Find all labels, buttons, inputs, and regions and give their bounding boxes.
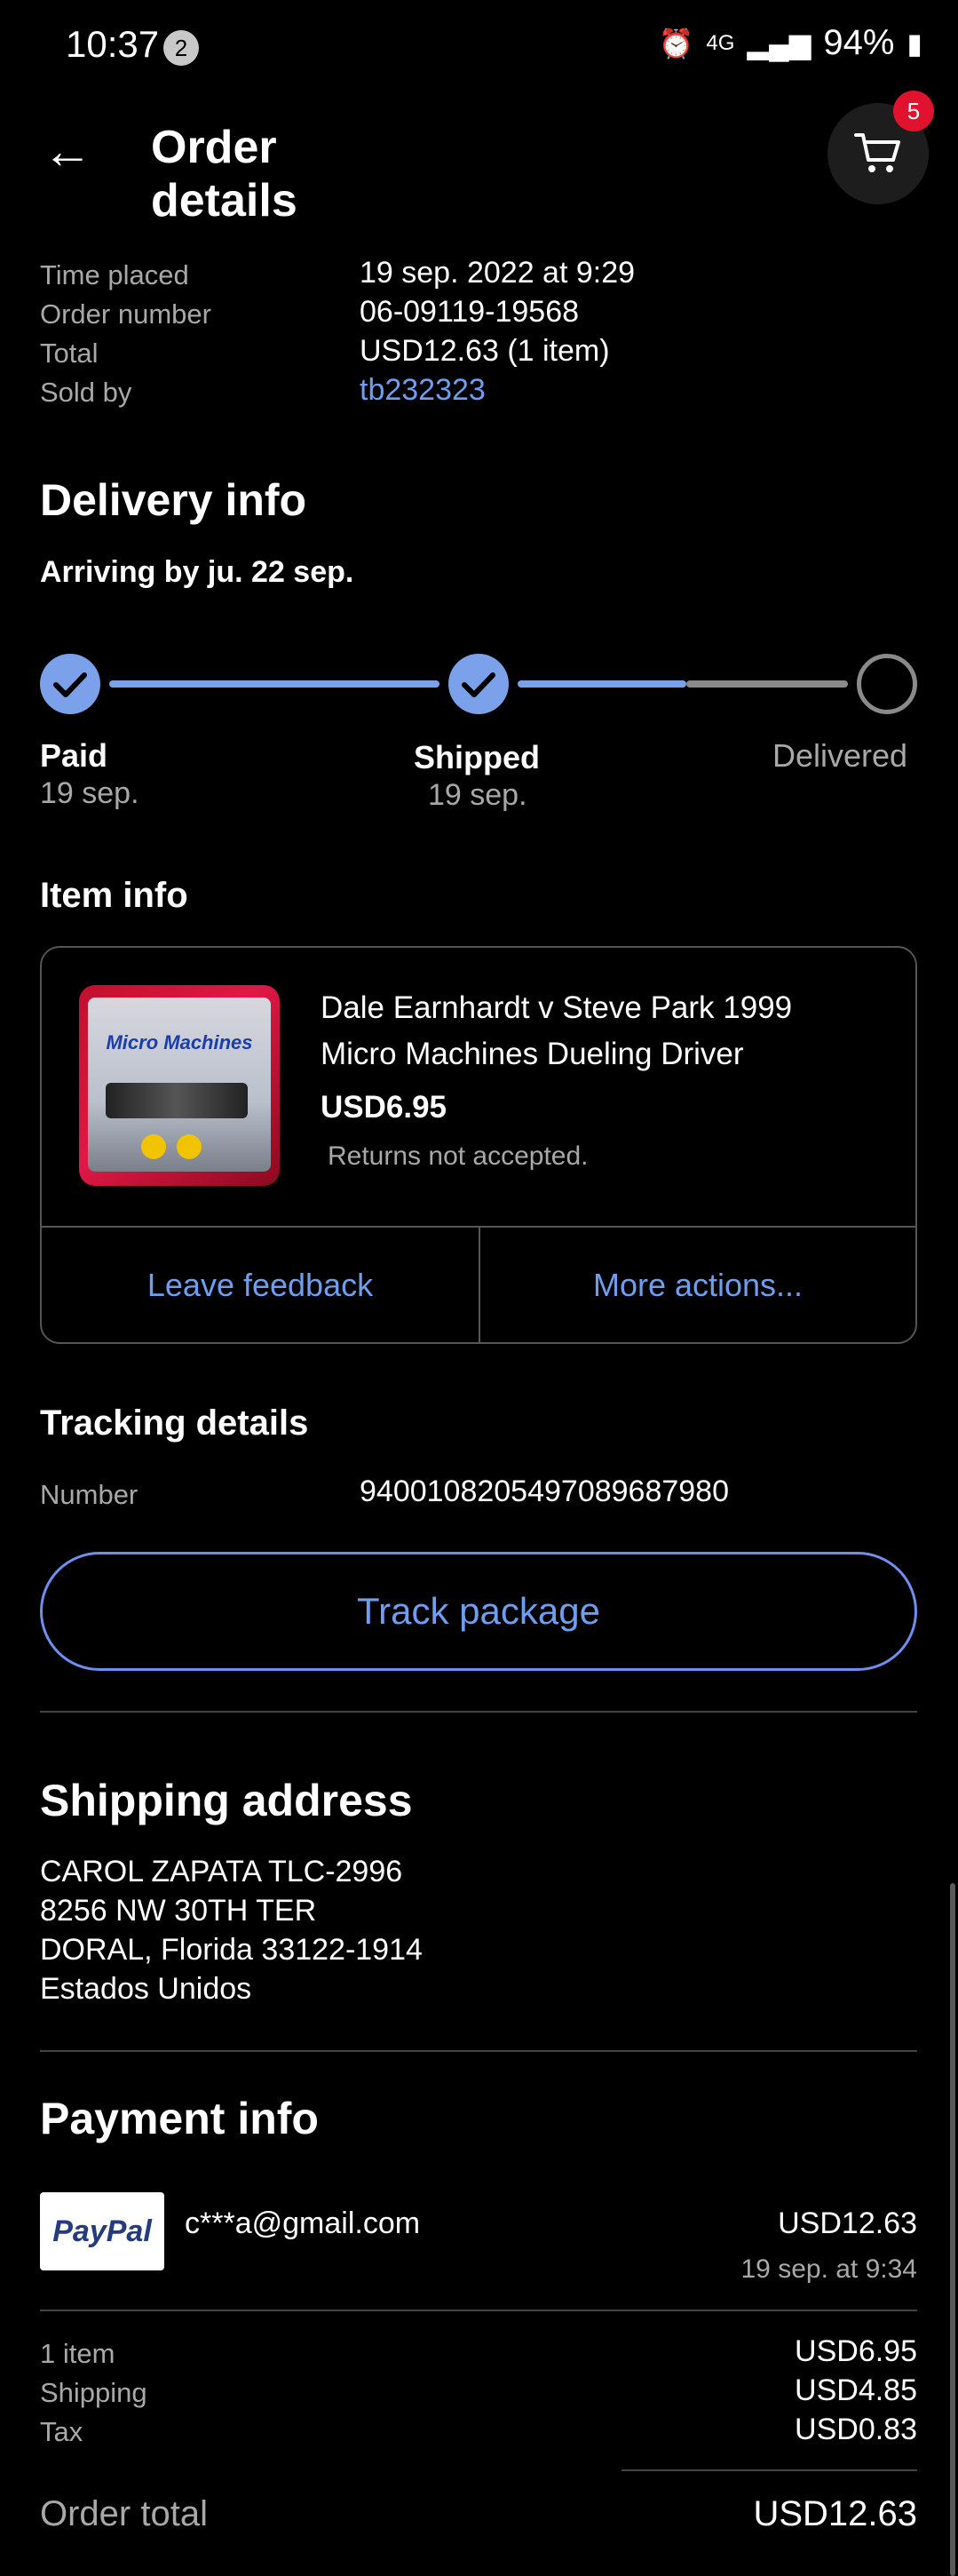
item-info-heading: Item info [40, 876, 188, 915]
shipped-check-icon [448, 654, 509, 714]
network-icon: 4G [706, 30, 735, 55]
shipping-cost-label: Shipping [40, 2377, 147, 2408]
progress-segment-pending [686, 680, 848, 688]
address-line4: Estados Unidos [40, 1972, 252, 2006]
section-divider [40, 1711, 917, 1713]
step-paid-label: Paid [40, 737, 108, 774]
payment-info-heading: Payment info [40, 2094, 319, 2143]
tracking-heading: Tracking details [40, 1403, 309, 1443]
returns-policy: Returns not accepted. [328, 1141, 589, 1171]
cart-icon [854, 133, 900, 172]
alarm-clock-icon: ⏰ [658, 27, 694, 60]
more-actions-button[interactable]: More actions... [480, 1228, 915, 1342]
item-price: USD6.95 [321, 1090, 447, 1125]
battery-level: 94% [823, 23, 895, 62]
scrollbar[interactable] [950, 1883, 955, 2576]
order-number-label: Order number [40, 298, 211, 330]
delivered-pending-icon [857, 654, 917, 714]
step-delivered-label: Delivered [772, 737, 908, 774]
payer-email: c***a@gmail.com [185, 2206, 421, 2240]
item-title-line1[interactable]: Dale Earnhardt v Steve Park 1999 [321, 985, 792, 1031]
shipping-cost: USD4.85 [795, 2373, 917, 2407]
status-icons: ⏰ 4G ▂▄▆ 94% ▮ [659, 23, 922, 63]
tax-value: USD0.83 [795, 2413, 917, 2446]
section-divider [40, 2310, 917, 2311]
items-subtotal: USD6.95 [795, 2334, 917, 2368]
time-placed-value: 19 sep. 2022 at 9:29 [360, 256, 636, 290]
track-package-button[interactable]: Track package [40, 1552, 917, 1671]
order-total-value: USD12.63 [753, 2494, 917, 2533]
sold-by-label: Sold by [40, 377, 132, 408]
shipping-address-heading: Shipping address [40, 1776, 413, 1825]
section-divider [40, 2050, 917, 2052]
items-count-label: 1 item [40, 2338, 115, 2369]
payment-time: 19 sep. at 9:34 [740, 2254, 918, 2284]
delivery-info-heading: Delivery info [40, 475, 307, 525]
back-arrow-icon[interactable]: ← [43, 124, 92, 178]
payment-amount: USD12.63 [778, 2206, 917, 2240]
status-bar: 10:37 2 ⏰ 4G ▂▄▆ 94% ▮ [0, 0, 958, 98]
total-value: USD12.63 (1 item) [360, 334, 610, 368]
arriving-date: Arriving by ju. 22 sep. [40, 555, 354, 589]
seller-link[interactable]: tb232323 [360, 373, 486, 408]
item-card: Micro Machines Dale Earnhardt v Steve Pa… [40, 946, 917, 1344]
progress-segment-paid-shipped [109, 680, 439, 688]
address-line3: DORAL, Florida 33122-1914 [40, 1933, 423, 1967]
notification-count-badge: 2 [163, 30, 199, 66]
leave-feedback-button[interactable]: Leave feedback [42, 1228, 479, 1342]
signal-icon: ▂▄▆ [747, 27, 812, 60]
step-shipped-date: 19 sep. [428, 778, 527, 812]
step-shipped-label: Shipped [414, 739, 540, 775]
paid-check-icon [40, 654, 100, 714]
status-time: 10:37 [66, 23, 160, 65]
tracking-number-label: Number [40, 1479, 139, 1510]
item-image[interactable]: Micro Machines [79, 985, 280, 1186]
tax-label: Tax [40, 2416, 83, 2447]
address-line2: 8256 NW 30TH TER [40, 1894, 317, 1928]
total-label: Total [40, 338, 99, 369]
step-paid-date: 19 sep. [40, 776, 139, 810]
cart-count-badge: 5 [893, 91, 934, 131]
battery-icon: ▮ [907, 27, 922, 60]
time-placed-label: Time placed [40, 259, 189, 290]
tracking-number-value[interactable]: 9400108205497089687980 [360, 1475, 729, 1509]
paypal-logo-text: PayPal [52, 2214, 152, 2248]
page-title: Order details [151, 122, 297, 227]
item-title-line2[interactable]: Micro Machines Dueling Driver [321, 1031, 744, 1077]
total-divider [622, 2469, 917, 2471]
address-line1: CAROL ZAPATA TLC-2996 [40, 1855, 403, 1888]
order-total-label: Order total [40, 2494, 208, 2533]
paypal-logo: PayPal [40, 2192, 164, 2270]
order-number-value: 06-09119-19568 [360, 295, 580, 329]
progress-segment-shipped-done [518, 680, 686, 688]
item-image-brand: Micro Machines [106, 1031, 253, 1053]
